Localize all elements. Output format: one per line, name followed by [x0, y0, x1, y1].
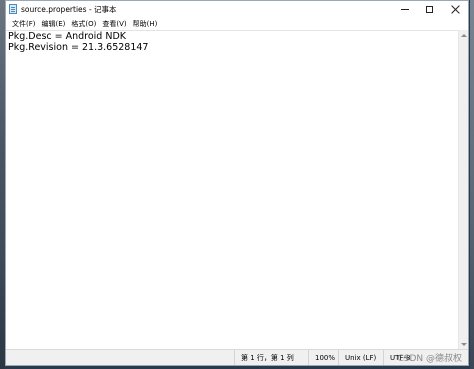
text-line[interactable]: Pkg.Revision = 21.3.6528147 [8, 42, 148, 53]
title-bar[interactable]: source.properties - 记事本 [6, 1, 468, 18]
menu-format[interactable]: 格式(O) [68, 19, 99, 29]
maximize-button[interactable] [417, 1, 442, 18]
menu-bar: 文件(F) 编辑(E) 格式(O) 查看(V) 帮助(H) [6, 18, 468, 30]
status-line-ending: Unix (LF) [338, 350, 383, 365]
scroll-down-arrow-icon[interactable] [461, 343, 467, 346]
text-editor-area[interactable]: Pkg.Desc = Android NDK Pkg.Revision = 21… [6, 30, 458, 350]
close-icon [451, 5, 460, 14]
close-button[interactable] [443, 1, 468, 18]
notepad-window: source.properties - 记事本 文件(F) 编辑(E) 格式(O… [5, 0, 469, 366]
status-cursor-position: 第 1 行，第 1 列 [234, 350, 308, 365]
menu-file[interactable]: 文件(F) [9, 19, 39, 29]
maximize-icon [426, 6, 433, 13]
window-title: source.properties - 记事本 [21, 5, 117, 14]
scroll-up-arrow-icon[interactable] [461, 34, 467, 37]
watermark-text: CSDN @德叔权 [397, 354, 462, 364]
minimize-button[interactable] [392, 1, 417, 18]
notepad-icon [9, 4, 17, 14]
vertical-scrollbar[interactable] [458, 30, 468, 350]
status-zoom-level: 100% [308, 350, 338, 365]
text-line[interactable]: Pkg.Desc = Android NDK [8, 31, 126, 42]
desktop-background-right [470, 0, 474, 369]
menu-help[interactable]: 帮助(H) [130, 19, 161, 29]
status-bar: 第 1 行，第 1 列 100% Unix (LF) UTF-8 CSDN @德… [6, 349, 468, 365]
menu-edit[interactable]: 编辑(E) [39, 19, 69, 29]
minimize-icon [400, 9, 409, 10]
menu-view[interactable]: 查看(V) [99, 19, 129, 29]
